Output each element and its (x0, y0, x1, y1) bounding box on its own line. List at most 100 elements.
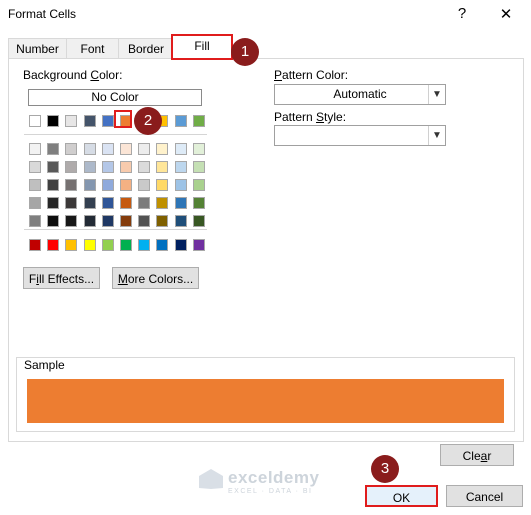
color-swatch[interactable] (174, 179, 187, 191)
color-swatch[interactable] (120, 197, 132, 209)
color-swatch[interactable] (192, 179, 205, 191)
sample-label: Sample (22, 358, 67, 372)
color-swatch[interactable] (174, 161, 187, 173)
color-swatch[interactable] (29, 161, 41, 173)
color-swatch[interactable] (138, 143, 151, 155)
color-swatch[interactable] (65, 161, 78, 173)
color-swatch[interactable] (192, 197, 205, 209)
color-swatch[interactable] (83, 143, 96, 155)
color-swatch[interactable] (29, 239, 41, 251)
color-swatch[interactable] (65, 215, 78, 227)
color-swatch[interactable] (83, 179, 96, 191)
color-swatch[interactable] (65, 239, 78, 251)
color-swatch[interactable] (192, 115, 205, 127)
background-color-label: Background Color: (23, 68, 122, 82)
step-marker: 1 (231, 38, 259, 66)
window-title: Format Cells (8, 7, 77, 21)
palette-separator (24, 229, 207, 230)
color-swatch[interactable] (156, 179, 169, 191)
pattern-color-select[interactable]: Automatic ▼ (274, 84, 446, 105)
pattern-style-select[interactable]: ▼ (274, 125, 446, 146)
color-swatch[interactable] (174, 197, 187, 209)
ok-button[interactable]: OK (365, 485, 438, 507)
color-swatch[interactable] (47, 179, 60, 191)
color-swatch[interactable] (29, 215, 41, 227)
color-swatch[interactable] (29, 143, 41, 155)
color-swatch[interactable] (120, 215, 132, 227)
color-swatch[interactable] (29, 115, 41, 127)
color-swatch[interactable] (192, 215, 205, 227)
color-swatch[interactable] (83, 197, 96, 209)
tab-number[interactable]: Number (8, 38, 67, 59)
no-color-button[interactable]: No Color (28, 89, 202, 106)
color-swatch[interactable] (138, 179, 151, 191)
color-swatch[interactable] (29, 197, 41, 209)
watermark-tagline: EXCEL · DATA · BI (228, 488, 313, 495)
color-swatch[interactable] (138, 161, 151, 173)
pattern-color-label: Pattern Color: (274, 68, 349, 82)
color-swatch[interactable] (156, 143, 169, 155)
clear-button[interactable]: Clear (440, 444, 514, 466)
color-swatch[interactable] (65, 143, 78, 155)
selected-swatch-highlight (114, 110, 132, 128)
color-swatch[interactable] (83, 239, 96, 251)
background-color-label-text: Background Color: (23, 68, 123, 82)
color-swatch[interactable] (47, 215, 60, 227)
color-swatch[interactable] (120, 143, 132, 155)
color-swatch[interactable] (138, 197, 151, 209)
pattern-style-label: Pattern Style: (274, 110, 347, 124)
color-swatch[interactable] (192, 239, 205, 251)
color-swatch[interactable] (174, 215, 187, 227)
tab-fill[interactable]: Fill (171, 34, 233, 60)
color-swatch[interactable] (101, 161, 114, 173)
color-swatch[interactable] (65, 197, 78, 209)
title-bar: Format Cells ? ✕ (0, 0, 531, 30)
tab-font[interactable]: Font (66, 38, 119, 59)
palette-separator (24, 134, 207, 135)
color-swatch[interactable] (47, 197, 60, 209)
fill-effects-button[interactable]: Fill Effects... (23, 267, 100, 289)
chevron-down-icon: ▼ (428, 85, 445, 104)
color-swatch[interactable] (47, 161, 60, 173)
color-swatch[interactable] (174, 115, 187, 127)
color-swatch[interactable] (101, 239, 114, 251)
color-swatch[interactable] (120, 179, 132, 191)
color-swatch[interactable] (192, 143, 205, 155)
color-swatch[interactable] (156, 197, 169, 209)
color-swatch[interactable] (138, 215, 151, 227)
color-swatch[interactable] (47, 239, 60, 251)
color-swatch[interactable] (47, 115, 60, 127)
color-swatch[interactable] (174, 143, 187, 155)
color-swatch[interactable] (192, 161, 205, 173)
tab-border[interactable]: Border (118, 38, 174, 59)
color-swatch[interactable] (120, 161, 132, 173)
color-swatch[interactable] (156, 215, 169, 227)
color-swatch[interactable] (101, 115, 114, 127)
color-swatch[interactable] (138, 239, 151, 251)
cancel-button[interactable]: Cancel (446, 485, 523, 507)
color-swatch[interactable] (120, 239, 132, 251)
exceldemy-logo-icon (199, 469, 223, 489)
color-swatch[interactable] (29, 179, 41, 191)
color-swatch[interactable] (156, 239, 169, 251)
color-swatch[interactable] (101, 215, 114, 227)
close-button[interactable]: ✕ (496, 5, 516, 23)
step-marker: 3 (371, 455, 399, 483)
more-colors-button[interactable]: More Colors... (112, 267, 199, 289)
watermark-brand: exceldemy (228, 468, 320, 487)
color-swatch[interactable] (101, 197, 114, 209)
color-swatch[interactable] (101, 143, 114, 155)
sample-preview (27, 379, 504, 423)
pattern-color-value: Automatic (333, 87, 387, 101)
color-swatch[interactable] (83, 161, 96, 173)
color-swatch[interactable] (101, 179, 114, 191)
color-swatch[interactable] (65, 115, 78, 127)
chevron-down-icon: ▼ (428, 126, 445, 145)
help-button[interactable]: ? (452, 5, 472, 22)
color-swatch[interactable] (83, 215, 96, 227)
color-swatch[interactable] (65, 179, 78, 191)
color-swatch[interactable] (83, 115, 96, 127)
color-swatch[interactable] (156, 161, 169, 173)
color-swatch[interactable] (174, 239, 187, 251)
color-swatch[interactable] (47, 143, 60, 155)
